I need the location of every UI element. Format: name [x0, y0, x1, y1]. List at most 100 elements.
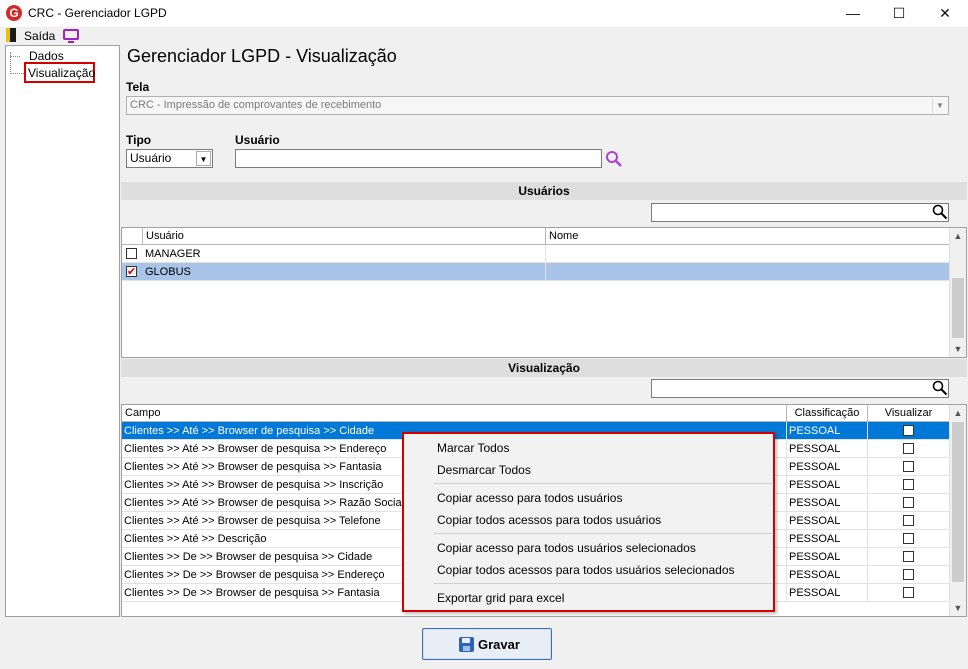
tree-item-dados[interactable]: Dados: [29, 49, 64, 63]
tipo-label: Tipo: [126, 133, 152, 147]
usuarios-filter-input[interactable]: [651, 203, 949, 222]
cell-classificacao: PESSOAL: [787, 566, 868, 584]
cell-visualizar: [868, 422, 950, 440]
tela-select-value: CRC - Impressão de comprovantes de receb…: [130, 99, 382, 111]
cell-classificacao: PESSOAL: [787, 584, 868, 602]
visualizar-checkbox[interactable]: [903, 461, 914, 472]
menu-item-copiar-acesso-selecionados[interactable]: Copiar acesso para todos usuários seleci…: [437, 541, 696, 555]
minimize-button[interactable]: —: [830, 0, 876, 27]
tipo-select-value: Usuário: [130, 151, 172, 165]
usuarios-grid: Usuário Nome MANAGER GLOBUS ▲ ▼: [121, 227, 967, 358]
cell-visualizar: [868, 584, 950, 602]
menu-item-copiar-todos-acessos-todos[interactable]: Copiar todos acessos para todos usuários: [437, 513, 661, 527]
tela-select[interactable]: CRC - Impressão de comprovantes de receb…: [126, 96, 949, 115]
usuario-input[interactable]: [235, 149, 602, 168]
cell-visualizar: [868, 548, 950, 566]
usuario-label: Usuário: [235, 133, 280, 147]
search-icon[interactable]: [932, 204, 948, 220]
cell-visualizar: [868, 476, 950, 494]
cell-visualizar: [868, 566, 950, 584]
menu-separator: [434, 583, 772, 584]
app-logo-icon: G: [6, 5, 22, 21]
context-menu: Marcar Todos Desmarcar Todos Copiar aces…: [402, 432, 775, 612]
cell-classificacao: PESSOAL: [787, 458, 868, 476]
usuarios-section-header: Usuários: [121, 182, 967, 200]
scroll-thumb[interactable]: [952, 422, 964, 582]
cell-classificacao: PESSOAL: [787, 494, 868, 512]
grid-header-campo[interactable]: Campo: [122, 405, 787, 422]
cell-visualizar: [868, 512, 950, 530]
menu-item-marcar-todos[interactable]: Marcar Todos: [437, 441, 509, 455]
cell-visualizar: [868, 440, 950, 458]
row-checkbox[interactable]: [126, 263, 137, 281]
menu-item-copiar-acesso-todos[interactable]: Copiar acesso para todos usuários: [437, 491, 622, 505]
visualizar-checkbox[interactable]: [903, 497, 914, 508]
tree-connector: [10, 56, 20, 57]
window-title: CRC - Gerenciador LGPD: [28, 6, 167, 20]
cell-visualizar: [868, 530, 950, 548]
scroll-down-icon[interactable]: ▼: [950, 600, 966, 616]
vertical-scrollbar[interactable]: ▲ ▼: [949, 228, 966, 357]
cell-classificacao: PESSOAL: [787, 422, 868, 440]
cell-usuario: MANAGER: [143, 245, 546, 263]
menu-separator: [434, 533, 772, 534]
menu-item-copiar-todos-acessos-selecionados[interactable]: Copiar todos acessos para todos usuários…: [437, 563, 735, 577]
grid-header-check: [122, 228, 143, 245]
title-bar: G CRC - Gerenciador LGPD — ☐ ✕: [0, 0, 968, 27]
scroll-up-icon[interactable]: ▲: [950, 405, 966, 421]
cell-nome: [546, 245, 950, 263]
cell-classificacao: PESSOAL: [787, 476, 868, 494]
save-button[interactable]: Gravar: [422, 628, 552, 660]
close-button[interactable]: ✕: [922, 0, 968, 27]
visualizar-checkbox[interactable]: [903, 587, 914, 598]
scroll-thumb[interactable]: [952, 278, 964, 338]
table-row[interactable]: MANAGER: [122, 245, 950, 263]
tree-connector: [10, 73, 24, 74]
cell-classificacao: PESSOAL: [787, 512, 868, 530]
row-checkbox[interactable]: [126, 248, 137, 259]
tree-item-visualizacao[interactable]: Visualização: [28, 66, 95, 80]
visualizar-checkbox[interactable]: [903, 479, 914, 490]
cell-usuario: GLOBUS: [143, 263, 546, 281]
visualizar-checkbox[interactable]: [903, 551, 914, 562]
search-icon[interactable]: [932, 380, 948, 396]
visualizar-checkbox[interactable]: [903, 425, 914, 436]
scroll-down-icon[interactable]: ▼: [950, 341, 966, 357]
tela-label: Tela: [126, 80, 150, 94]
menu-item-desmarcar-todos[interactable]: Desmarcar Todos: [437, 463, 531, 477]
cell-classificacao: PESSOAL: [787, 440, 868, 458]
chevron-down-icon[interactable]: ▼: [932, 98, 947, 113]
scroll-up-icon[interactable]: ▲: [950, 228, 966, 244]
visualizar-checkbox[interactable]: [903, 515, 914, 526]
menu-separator: [434, 483, 772, 484]
cell-nome: [546, 263, 950, 281]
search-icon[interactable]: [605, 150, 623, 168]
page-title: Gerenciador LGPD - Visualização: [127, 46, 397, 66]
visualizar-checkbox[interactable]: [903, 533, 914, 544]
visualizacao-filter-input[interactable]: [651, 379, 949, 398]
vertical-scrollbar[interactable]: ▲ ▼: [949, 405, 966, 616]
save-button-label: Gravar: [478, 637, 520, 652]
grid-header-visualizar[interactable]: Visualizar: [868, 405, 950, 422]
cell-visualizar: [868, 494, 950, 512]
grid-header-usuario[interactable]: Usuário: [143, 228, 546, 245]
monitor-icon[interactable]: [63, 29, 79, 43]
grid-header-nome[interactable]: Nome: [546, 228, 950, 245]
table-row[interactable]: GLOBUS: [122, 263, 950, 281]
maximize-button[interactable]: ☐: [876, 0, 922, 27]
grid-header-classificacao[interactable]: Classificação: [787, 405, 868, 422]
floppy-disk-icon: [459, 637, 474, 652]
exit-door-icon[interactable]: [6, 28, 16, 42]
visualizacao-section-header: Visualização: [121, 359, 967, 377]
toolbar: Saída: [0, 27, 968, 45]
chevron-down-icon[interactable]: ▼: [196, 151, 211, 166]
cell-visualizar: [868, 458, 950, 476]
navigation-tree: [5, 45, 120, 617]
cell-classificacao: PESSOAL: [787, 548, 868, 566]
tipo-select[interactable]: Usuário ▼: [126, 149, 213, 168]
menu-item-exportar-excel[interactable]: Exportar grid para excel: [437, 591, 564, 605]
visualizar-checkbox[interactable]: [903, 443, 914, 454]
exit-button[interactable]: Saída: [24, 29, 55, 43]
cell-classificacao: PESSOAL: [787, 530, 868, 548]
visualizar-checkbox[interactable]: [903, 569, 914, 580]
